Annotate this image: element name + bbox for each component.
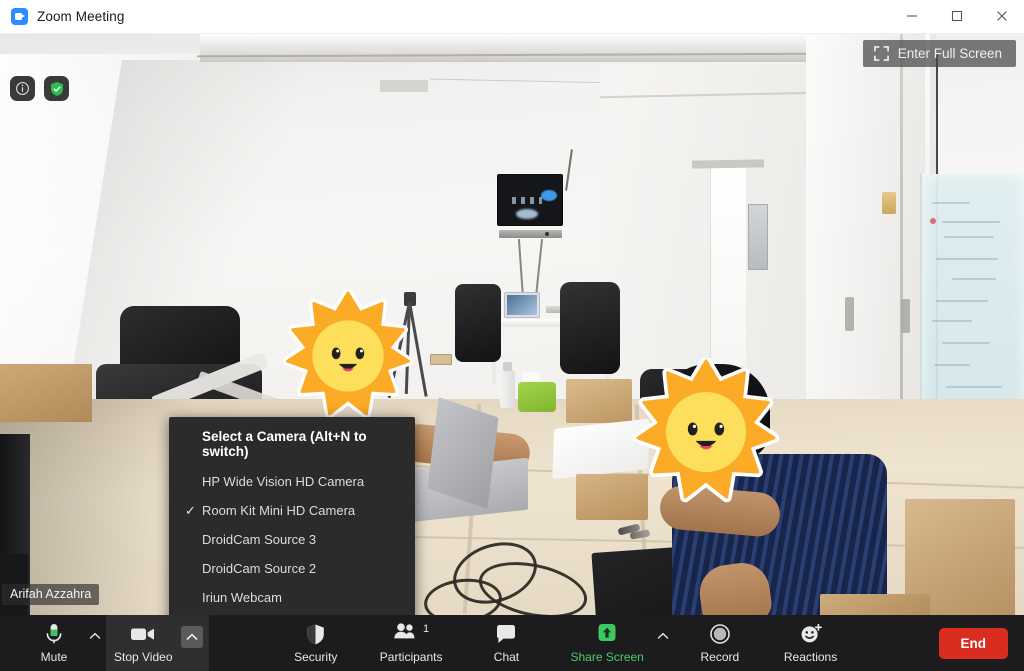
camera-option-label: Iriun Webcam xyxy=(202,590,282,605)
participants-button[interactable]: 1 Participants xyxy=(372,615,451,671)
share-screen-group: Share Screen xyxy=(562,615,673,671)
shield-check-icon xyxy=(50,81,63,96)
camera-option-room-kit-mini[interactable]: ✓ Room Kit Mini HD Camera xyxy=(169,497,415,526)
meeting-toolbar: Mute Stop Video Security 1 Participants … xyxy=(0,615,1024,671)
share-screen-options-chevron[interactable] xyxy=(652,615,674,671)
smiley-plus-icon xyxy=(799,622,823,646)
chevron-up-icon xyxy=(186,633,197,640)
stop-video-button[interactable]: Stop Video xyxy=(106,615,181,671)
room-video-feed xyxy=(0,34,1024,615)
enter-full-screen-button[interactable]: Enter Full Screen xyxy=(862,40,1016,67)
video-control-group: Stop Video xyxy=(106,615,209,671)
security-button[interactable]: Security xyxy=(286,615,346,671)
camera-option-label: DroidCam Source 2 xyxy=(202,561,317,576)
chevron-up-icon xyxy=(657,632,669,639)
camera-option-label: DroidCam Source 3 xyxy=(202,532,317,547)
zoom-logo-icon xyxy=(11,8,28,25)
record-label: Record xyxy=(700,650,740,664)
maximize-icon[interactable] xyxy=(934,0,979,33)
zoom-meeting-window: Zoom Meeting Enter Full Screen Arifah Az… xyxy=(0,0,1024,671)
sun-sticker-left xyxy=(282,290,414,422)
video-options-chevron[interactable] xyxy=(180,626,203,648)
select-camera-menu: Select a Camera (Alt+N to switch) HP Wid… xyxy=(169,417,415,615)
meeting-status-pills xyxy=(10,76,69,101)
chat-bubble-icon xyxy=(495,622,517,646)
record-button[interactable]: Record xyxy=(690,615,750,671)
microphone-icon xyxy=(43,622,65,646)
people-icon: 1 xyxy=(393,622,429,646)
camera-option-droidcam-2[interactable]: DroidCam Source 2 xyxy=(169,555,415,584)
info-icon xyxy=(16,82,29,95)
shield-icon xyxy=(305,622,326,646)
video-stage: Enter Full Screen Arifah Azzahra Select … xyxy=(0,34,1024,615)
reactions-button[interactable]: Reactions xyxy=(776,615,845,671)
reactions-label: Reactions xyxy=(783,650,838,664)
audio-options-chevron[interactable] xyxy=(84,615,106,671)
security-label: Security xyxy=(294,650,338,664)
record-circle-icon xyxy=(709,622,731,646)
participants-label: Participants xyxy=(379,650,443,664)
stop-video-label: Stop Video xyxy=(114,650,173,664)
minimize-icon[interactable] xyxy=(889,0,934,33)
camera-option-droidcam-3[interactable]: DroidCam Source 3 xyxy=(169,526,415,555)
meeting-info-button[interactable] xyxy=(10,76,35,101)
close-icon[interactable] xyxy=(979,0,1024,33)
camera-option-hp-wide-vision[interactable]: HP Wide Vision HD Camera xyxy=(169,468,415,497)
window-title: Zoom Meeting xyxy=(37,9,125,24)
chat-button[interactable]: Chat xyxy=(476,615,536,671)
enter-full-screen-label: Enter Full Screen xyxy=(897,46,1002,61)
encryption-status-button[interactable] xyxy=(44,76,69,101)
chevron-up-icon xyxy=(89,632,101,639)
end-meeting-button[interactable]: End xyxy=(938,627,1008,659)
share-screen-label: Share Screen xyxy=(570,650,644,664)
share-arrow-up-icon xyxy=(595,622,619,646)
window-controls xyxy=(889,0,1024,34)
expand-icon xyxy=(873,46,889,61)
select-camera-header: Select a Camera (Alt+N to switch) xyxy=(202,429,367,459)
share-screen-button[interactable]: Share Screen xyxy=(562,615,651,671)
participants-count: 1 xyxy=(423,623,430,635)
title-bar: Zoom Meeting xyxy=(0,0,1024,34)
camera-option-label: HP Wide Vision HD Camera xyxy=(202,474,365,489)
check-icon: ✓ xyxy=(185,503,196,518)
sun-sticker-right xyxy=(632,358,780,506)
camera-option-iriun-webcam[interactable]: Iriun Webcam xyxy=(169,584,415,613)
mute-label: Mute xyxy=(40,650,68,664)
chat-label: Chat xyxy=(493,650,520,664)
video-camera-icon xyxy=(129,622,157,646)
audio-control-group: Mute xyxy=(24,615,106,671)
camera-option-label: Room Kit Mini HD Camera xyxy=(202,503,356,518)
participant-name-label: Arifah Azzahra xyxy=(2,584,100,605)
mute-button[interactable]: Mute xyxy=(24,615,84,671)
